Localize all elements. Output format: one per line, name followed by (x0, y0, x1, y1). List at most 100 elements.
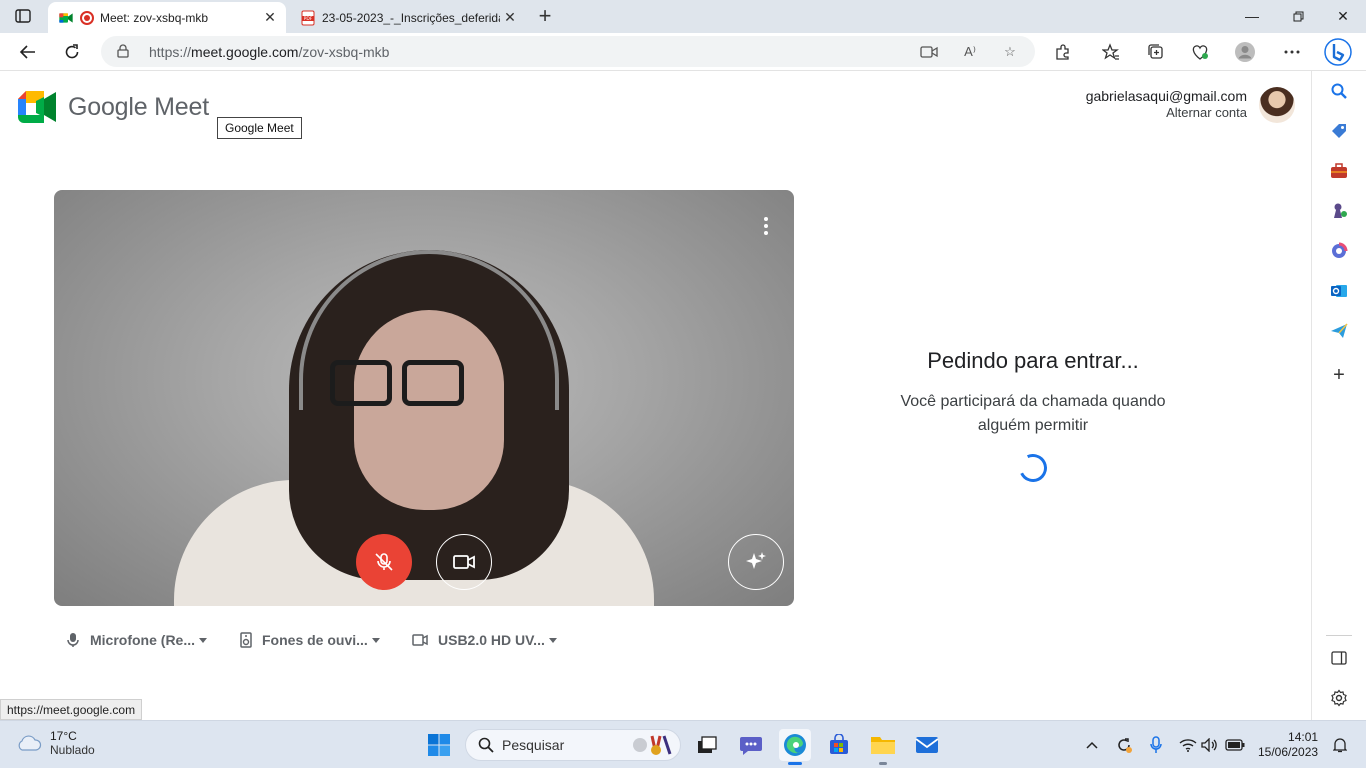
avatar[interactable] (1259, 87, 1295, 123)
taskbar-search-box[interactable]: Pesquisar (465, 729, 681, 761)
bing-copilot-icon[interactable] (1324, 38, 1352, 66)
new-tab-button[interactable]: + (533, 3, 557, 28)
url-scheme: https:// (149, 44, 192, 60)
speaker-select[interactable]: Fones de ouvi... (240, 632, 380, 648)
join-status-title: Pedindo para entrar... (927, 348, 1139, 373)
browser-essentials-icon[interactable] (1186, 38, 1214, 66)
chat-icon (740, 737, 762, 755)
sync-update-icon[interactable] (1114, 735, 1134, 755)
profile-icon[interactable] (1231, 38, 1259, 66)
outlook-icon[interactable] (1329, 281, 1349, 301)
search-highlight-icon (633, 735, 672, 755)
address-bar[interactable]: https://meet.google.com/zov-xsbq-mkb A⁾ … (101, 36, 1035, 67)
url-host: meet.google.com (191, 44, 299, 60)
brand-name: Google Meet (68, 92, 209, 121)
favorites-icon[interactable] (1097, 38, 1125, 66)
search-icon[interactable] (1329, 81, 1349, 101)
read-aloud-icon[interactable]: A⁾ (960, 42, 980, 62)
url-text[interactable]: https://meet.google.com/zov-xsbq-mkb (149, 44, 389, 60)
microphone-icon (67, 633, 79, 647)
weather-temperature: 17°C (50, 729, 77, 743)
battery-icon[interactable] (1225, 735, 1245, 755)
close-tab-icon[interactable]: ✕ (260, 8, 280, 28)
file-explorer-button[interactable] (867, 729, 899, 765)
meet-page: Google Meet Google Meet gabrielasaqui@gm… (0, 71, 1311, 720)
volume-icon[interactable] (1200, 735, 1220, 755)
microphone-select[interactable]: Microfone (Re... (66, 632, 208, 648)
wifi-icon[interactable] (1178, 735, 1198, 755)
notifications-bell-icon[interactable] (1330, 735, 1350, 755)
folder-icon (871, 737, 895, 754)
clock-date: 15/06/2023 (1258, 745, 1319, 759)
video-more-options-icon[interactable] (754, 214, 778, 238)
tab-actions-icon[interactable] (10, 6, 36, 26)
camera-label: USB2.0 HD UV... (438, 632, 545, 648)
recording-icon (80, 10, 94, 25)
mail-icon (915, 737, 939, 753)
tab-meet[interactable]: Meet: zov-xsbq-mkb ✕ (48, 2, 286, 33)
store-button[interactable] (823, 729, 855, 761)
settings-gear-icon[interactable] (1329, 688, 1349, 708)
back-button[interactable] (14, 38, 42, 66)
hide-sidebar-icon[interactable] (1329, 648, 1349, 668)
microsoft-365-icon[interactable] (1329, 241, 1349, 261)
extensions-icon[interactable] (1049, 38, 1077, 66)
minimize-button[interactable]: — (1229, 0, 1275, 32)
account-email: gabrielasaqui@gmail.com (1085, 88, 1247, 104)
search-icon (478, 737, 494, 753)
weather-widget[interactable]: 17°C Nublado (16, 729, 95, 757)
cloud-icon (18, 735, 42, 751)
task-view-icon (698, 736, 717, 753)
more-options-icon[interactable] (1278, 38, 1306, 66)
lock-icon[interactable] (117, 44, 129, 63)
microphone-in-use-icon[interactable] (1146, 735, 1166, 755)
favorite-star-icon[interactable]: ☆ (1000, 42, 1020, 62)
camera-toggle-button[interactable] (436, 534, 492, 590)
video-camera-icon (412, 634, 428, 646)
games-chess-icon[interactable] (1329, 201, 1349, 221)
mic-toggle-button[interactable] (356, 534, 412, 590)
shopping-tag-icon[interactable] (1329, 121, 1349, 141)
sparkle-effects-icon (746, 552, 766, 569)
mic-off-icon (375, 553, 393, 571)
refresh-button[interactable] (58, 38, 86, 66)
show-hidden-icons-chevron-up-icon[interactable] (1082, 735, 1102, 755)
teams-chat-button[interactable] (735, 729, 767, 761)
switch-account-link[interactable]: Alternar conta (1086, 105, 1247, 120)
pdf-file-icon: PDF (300, 10, 316, 26)
start-button[interactable] (423, 729, 455, 761)
self-video-preview (54, 190, 794, 606)
edge-taskbar-button[interactable] (779, 729, 811, 765)
speaker-label: Fones de ouvi... (262, 632, 368, 648)
tools-briefcase-icon[interactable] (1329, 161, 1349, 181)
chevron-down-icon (199, 637, 208, 643)
visual-effects-button[interactable] (728, 534, 784, 590)
send-message-icon[interactable] (1329, 321, 1349, 341)
chevron-down-icon (371, 637, 380, 643)
sidebar-divider (1326, 635, 1352, 636)
collections-icon[interactable] (1142, 38, 1170, 66)
camera-select[interactable]: USB2.0 HD UV... (412, 632, 557, 648)
meet-favicon-icon (58, 10, 74, 26)
add-sidebar-app-icon[interactable]: + (1329, 364, 1349, 386)
edge-sidebar: + (1311, 71, 1366, 720)
close-window-button[interactable]: ✕ (1320, 0, 1366, 32)
tab-title: 23-05-2023_-_Inscrições_deferidas (322, 10, 500, 25)
active-indicator (788, 762, 802, 765)
windows-logo-icon (428, 734, 450, 756)
close-tab-icon[interactable]: ✕ (500, 8, 520, 28)
svg-text:PDF: PDF (304, 16, 313, 22)
search-placeholder: Pesquisar (502, 737, 565, 753)
taskbar-clock[interactable]: 14:01 15/06/2023 (1258, 730, 1318, 760)
tab-pdf[interactable]: PDF 23-05-2023_-_Inscrições_deferidas ✕ (290, 2, 526, 33)
tooltip: Google Meet (217, 117, 302, 139)
windows-taskbar: 17°C Nublado Pesquisar 14:01 15/06/2023 (0, 720, 1366, 768)
mail-button[interactable] (911, 729, 943, 761)
restore-button[interactable] (1275, 0, 1321, 32)
task-view-button[interactable] (691, 729, 723, 761)
camera-permission-icon[interactable] (919, 42, 939, 62)
meet-logo-icon (18, 91, 56, 123)
video-camera-icon (453, 555, 475, 569)
account-info[interactable]: gabrielasaqui@gmail.com Alternar conta (1086, 88, 1247, 120)
google-meet-logo[interactable]: Google Meet (18, 91, 209, 123)
